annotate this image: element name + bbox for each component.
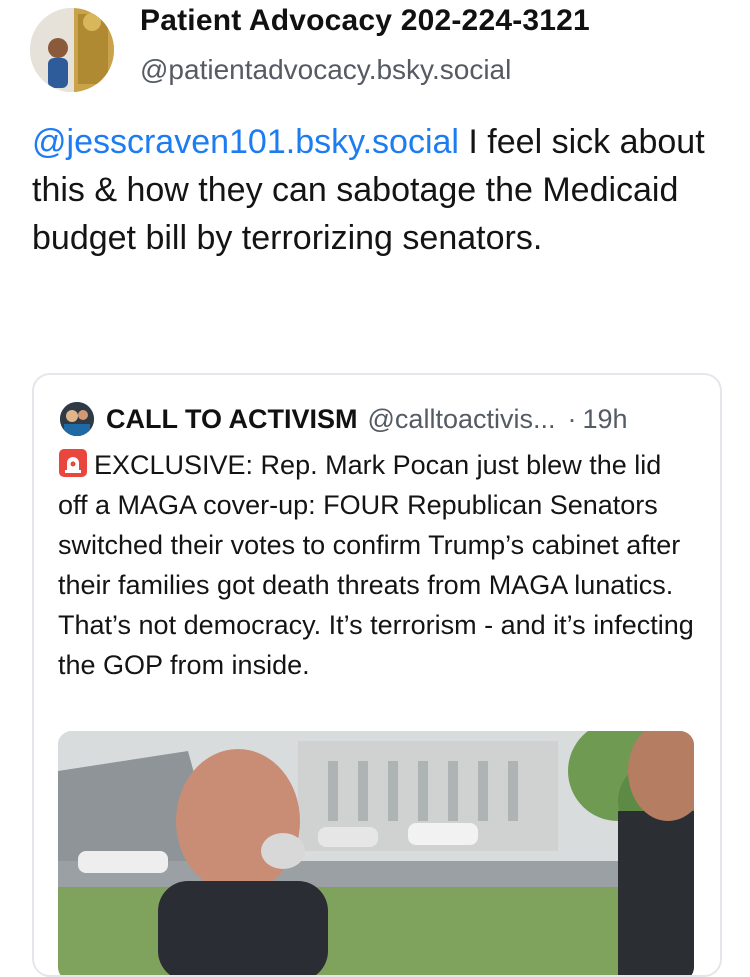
quoted-author-name[interactable]: CALL TO ACTIVISM [106,404,358,435]
capitol-photo [58,731,694,975]
quoted-post-image[interactable] [58,731,694,975]
quoted-author-avatar[interactable] [60,402,94,436]
quoted-author-avatar-image [60,402,94,436]
author-avatar-image [30,8,114,92]
author-avatar[interactable] [30,8,114,92]
author-name[interactable]: Patient Advocacy 202-224-3121 [140,4,590,38]
quoted-post-header: CALL TO ACTIVISM @calltoactivis... · 19h [60,399,628,439]
rotating-light-icon [58,448,88,478]
author-handle[interactable]: @patientadvocacy.bsky.social [140,54,511,86]
quoted-post-body: EXCLUSIVE: Rep. Mark Pocan just blew the… [58,445,698,685]
post-body: @jesscraven101.bsky.social I feel sick a… [32,118,722,262]
quoted-post-text: EXCLUSIVE: Rep. Mark Pocan just blew the… [58,450,694,680]
mention-link[interactable]: @jesscraven101.bsky.social [32,123,459,161]
quoted-post-time[interactable]: 19h [582,404,627,435]
quoted-author-handle[interactable]: @calltoactivis... [368,404,556,435]
quoted-post-card[interactable]: CALL TO ACTIVISM @calltoactivis... · 19h… [32,373,722,977]
separator-dot: · [567,403,577,434]
